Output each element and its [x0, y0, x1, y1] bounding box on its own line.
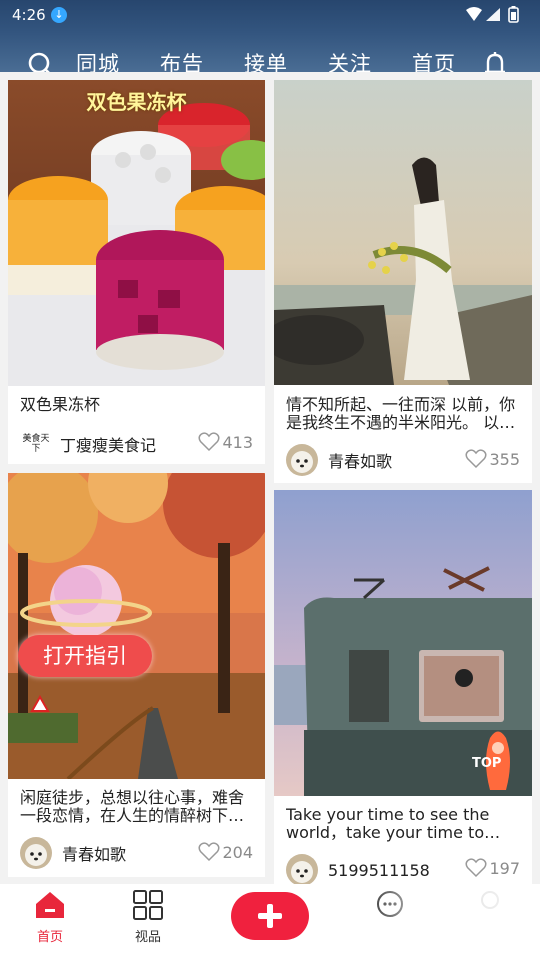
like-count[interactable]: 413 [198, 432, 253, 452]
card-image-autumn [8, 473, 265, 779]
author-name: 青春如歌 [62, 845, 127, 864]
tab-following[interactable]: 关注 [328, 48, 372, 72]
grid-icon [133, 890, 163, 920]
card-author[interactable]: 美食天下 丁瘦瘦美食记 [20, 428, 156, 460]
status-bar: 4:26 ↓ [0, 0, 540, 30]
bottom-nav-home[interactable]: 首页 [20, 890, 80, 945]
card-author[interactable]: 青春如歌 [286, 444, 392, 476]
tab-orders[interactable]: 接单 [244, 48, 288, 72]
like-number: 355 [489, 449, 520, 469]
bottom-nav-label: 首页 [36, 930, 63, 945]
header: 4:26 ↓ 同城 布告 接单 关注 首页 [0, 0, 540, 72]
heart-icon [198, 432, 220, 452]
card-author[interactable]: 青春如歌 [20, 837, 126, 869]
like-count[interactable]: 204 [198, 842, 253, 862]
top-badge[interactable]: TOP [472, 756, 501, 771]
bottom-nav-video[interactable]: 视品 [118, 890, 178, 945]
heart-icon [465, 449, 487, 469]
card-image-tram [274, 490, 532, 796]
like-number: 204 [222, 842, 253, 862]
feed-card[interactable]: 情不知所起、一往而深 以前，你是我终生不遇的半米阳光。 以… 青春如歌 355 [274, 80, 532, 483]
top-nav: 同城 布告 接单 关注 首页 [0, 44, 540, 72]
search-icon[interactable] [26, 50, 56, 72]
feed-card[interactable]: 双色果冻杯 双色果冻杯 美食天下 丁瘦瘦美食记 413 [8, 80, 265, 464]
author-name: 5199511158 [328, 860, 430, 880]
tab-home[interactable]: 首页 [412, 48, 456, 72]
card-author[interactable]: 5199511158 [286, 854, 430, 884]
bottom-nav-label: 视品 [134, 930, 161, 945]
avatar [286, 444, 318, 476]
card-title: 情不知所起、一往而深 以前，你是我终生不遇的半米阳光。 以… [286, 396, 516, 432]
status-icons [466, 6, 519, 23]
like-count[interactable]: 197 [465, 858, 520, 878]
tab-notice[interactable]: 布告 [160, 48, 204, 72]
card-image-jelly [8, 80, 265, 386]
heart-icon [465, 858, 487, 878]
feed-card[interactable]: 打开指引 闲庭徒步，总想以往心事，难舍一段恋情，在人生的情醉树下… 青春如歌 2… [8, 473, 265, 877]
home-icon [36, 892, 64, 918]
card-title: Take your time to see the world，take you… [286, 806, 501, 842]
card-title: 双色果冻杯 [20, 396, 101, 414]
plus-icon [258, 904, 282, 928]
author-name: 丁瘦瘦美食记 [60, 436, 157, 455]
like-number: 197 [489, 858, 520, 878]
card-image-woman [274, 80, 532, 385]
card-title: 闲庭徒步，总想以往心事，难舍一段恋情，在人生的情醉树下… [20, 789, 245, 825]
like-number: 413 [222, 432, 253, 452]
author-name: 青春如歌 [328, 452, 393, 471]
feed-card[interactable]: TOP Take your time to see the world，take… [274, 490, 532, 884]
tab-local[interactable]: 同城 [76, 48, 120, 72]
like-count[interactable]: 355 [465, 449, 520, 469]
author-logo: 美食天下 [20, 428, 52, 460]
open-guide-button[interactable]: 打开指引 [18, 635, 152, 677]
watermark-overlay [366, 884, 536, 954]
publish-button[interactable] [231, 892, 309, 940]
avatar [286, 854, 318, 884]
status-time: 4:26 [12, 6, 46, 24]
download-icon: ↓ [51, 7, 67, 23]
image-overlay-title: 双色果冻杯 [86, 90, 187, 114]
avatar [20, 837, 52, 869]
heart-icon [198, 842, 220, 862]
bell-icon[interactable] [480, 50, 510, 72]
